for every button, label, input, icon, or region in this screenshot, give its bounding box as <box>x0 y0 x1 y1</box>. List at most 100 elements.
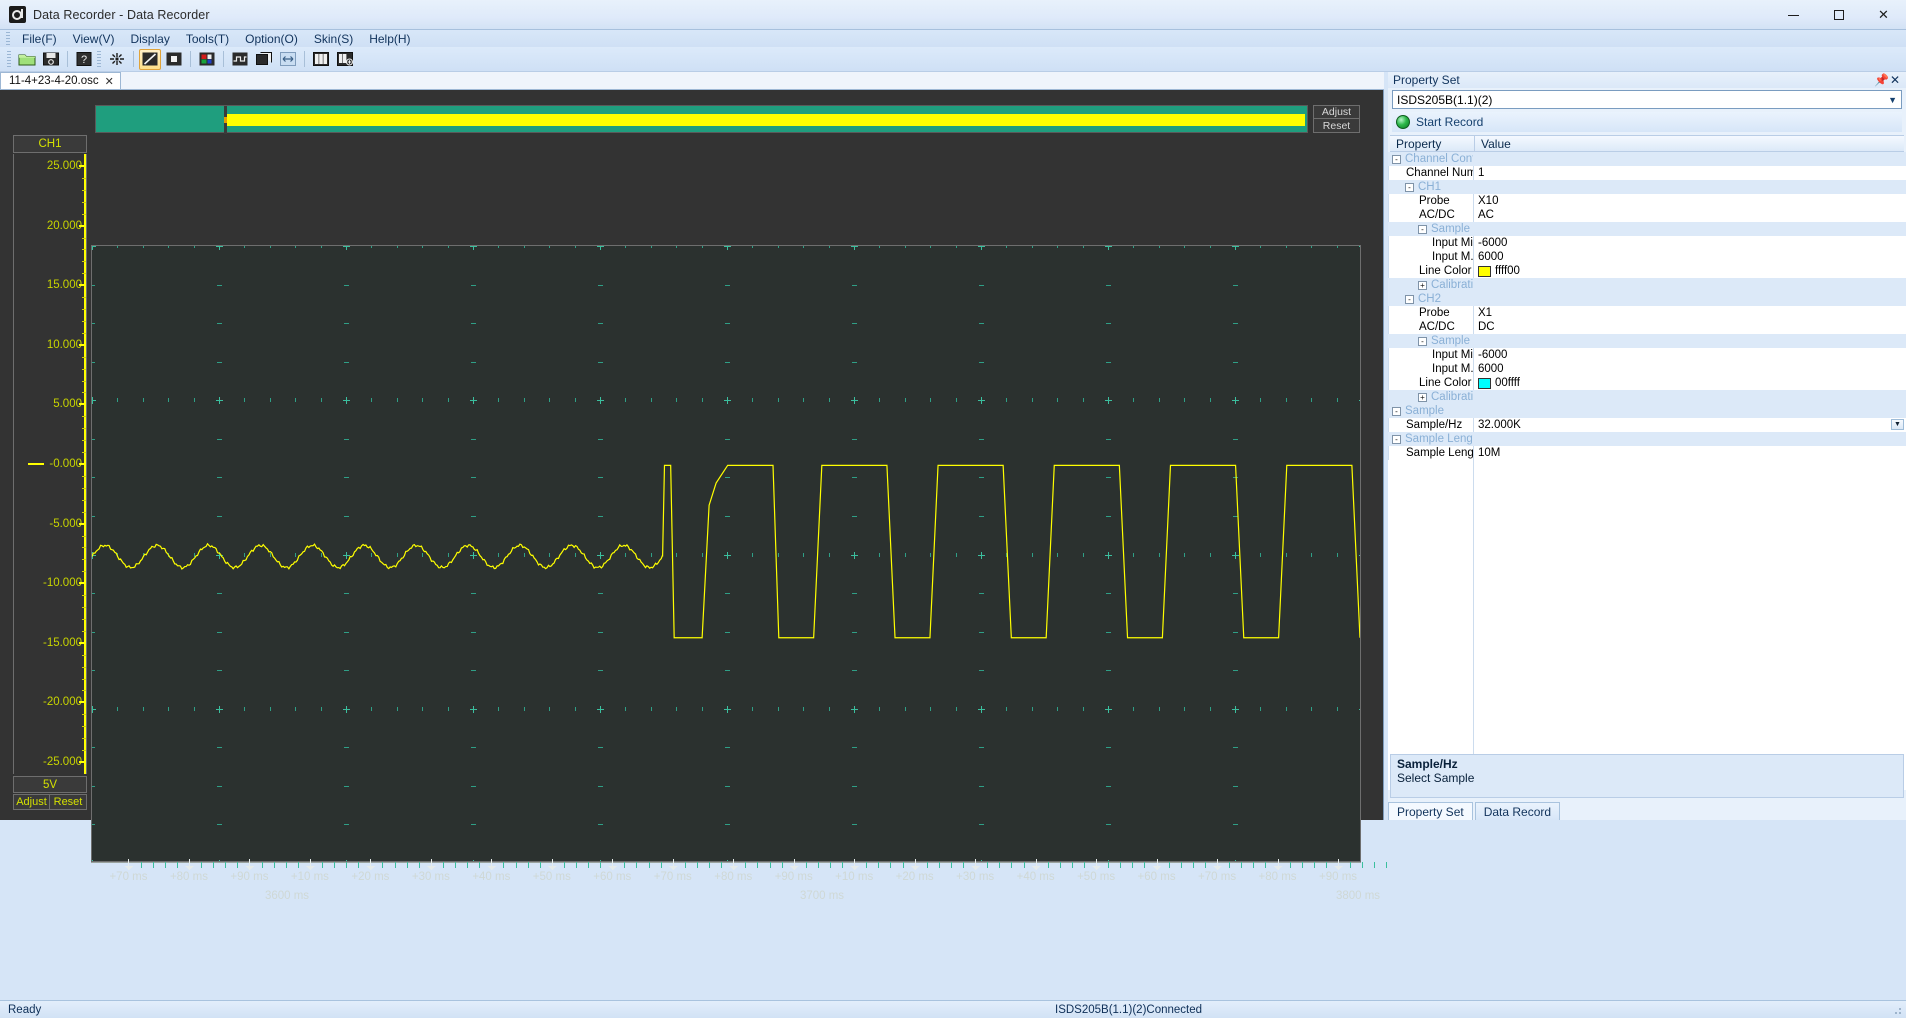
property-row[interactable]: Input M... 6000 <box>1388 362 1906 376</box>
x-axis-minor-tick <box>406 862 408 868</box>
collapse-icon[interactable]: - <box>1405 182 1414 192</box>
pin-icon[interactable]: 📌 <box>1874 73 1889 87</box>
menu-item-view[interactable]: View(V) <box>65 31 123 47</box>
property-row[interactable]: Input Mi... -6000 <box>1388 236 1906 250</box>
property-row[interactable]: Sample Length 10M <box>1388 446 1906 460</box>
color-swatch-icon[interactable] <box>1478 377 1491 389</box>
reset-button[interactable]: Reset <box>50 794 87 810</box>
y-axis-minor-tick <box>82 690 86 692</box>
save-file-icon[interactable] <box>40 49 62 70</box>
adjust-button[interactable]: Adjust <box>13 794 50 810</box>
expand-icon[interactable]: + <box>1418 280 1427 290</box>
x-axis-minor-tick <box>769 862 771 868</box>
property-value-cell[interactable]: -6000 <box>1473 348 1906 362</box>
maximize-button[interactable] <box>1816 0 1861 30</box>
property-value-cell[interactable]: ffff00 <box>1473 264 1906 278</box>
close-button[interactable]: ✕ <box>1861 0 1906 30</box>
y-axis-minor-tick <box>82 487 86 489</box>
y-axis-minor-tick <box>82 595 86 597</box>
ruler-loaded-segment <box>96 107 223 131</box>
tab-data-record[interactable]: Data Record <box>1474 802 1561 820</box>
property-row[interactable]: Probe X10 <box>1388 194 1906 208</box>
property-row[interactable]: Input M... 6000 <box>1388 250 1906 264</box>
property-value-cell[interactable]: X1 <box>1473 306 1906 320</box>
start-record-button[interactable]: Start Record <box>1392 112 1902 132</box>
x-axis-minor-tick <box>1313 862 1315 868</box>
help-icon[interactable]: ? <box>73 49 95 70</box>
menu-item-file[interactable]: File(F) <box>14 31 65 47</box>
property-row[interactable]: AC/DC AC <box>1388 208 1906 222</box>
tab-property-set[interactable]: Property Set <box>1388 802 1473 820</box>
collapse-icon[interactable]: - <box>1392 406 1401 416</box>
property-group-row[interactable]: - CH1 <box>1388 180 1906 194</box>
menu-item-help[interactable]: Help(H) <box>361 31 418 47</box>
document-tab[interactable]: 11-4+23-4-20.osc ✕ <box>0 72 121 89</box>
menu-item-tools[interactable]: Tools(T) <box>178 31 237 47</box>
property-name-label: Sample Length <box>1406 447 1484 459</box>
property-row[interactable]: Channel Num 1 <box>1388 166 1906 180</box>
property-value-cell[interactable]: DC <box>1473 320 1906 334</box>
property-row[interactable]: Probe X1 <box>1388 306 1906 320</box>
collapse-icon[interactable]: - <box>1405 294 1414 304</box>
property-name-cell: -Sample Range(mV) <box>1388 222 1532 236</box>
property-group-row[interactable]: + Calibration <box>1388 278 1906 292</box>
grid-add-icon[interactable] <box>334 49 356 70</box>
x-axis-minor-tick <box>890 862 892 868</box>
document-tab-label: 11-4+23-4-20.osc <box>9 75 99 87</box>
property-value-cell[interactable]: 1 <box>1473 166 1906 180</box>
property-row[interactable]: Line Color 00ffff <box>1388 376 1906 390</box>
open-file-icon[interactable] <box>16 49 38 70</box>
waveform-icon[interactable] <box>229 49 251 70</box>
ruler-adjust-button[interactable]: Adjust <box>1313 105 1360 119</box>
property-value-cell[interactable]: X10 <box>1473 194 1906 208</box>
menu-item-option[interactable]: Option(O) <box>237 31 306 47</box>
property-group-row[interactable]: - Sample Length <box>1388 432 1906 446</box>
collapse-icon[interactable]: - <box>1418 336 1427 346</box>
collapse-icon[interactable]: - <box>1392 154 1401 164</box>
resize-grip-icon[interactable] <box>1891 1004 1903 1016</box>
stop-icon[interactable] <box>163 49 185 70</box>
menu-item-skin[interactable]: Skin(S) <box>306 31 361 47</box>
device-select[interactable]: ISDS205B(1.1)(2) ▼ <box>1392 90 1902 109</box>
expand-icon[interactable]: + <box>1418 392 1427 402</box>
ruler-reset-button[interactable]: Reset <box>1313 119 1360 133</box>
menu-item-display[interactable]: Display <box>122 31 177 47</box>
property-value-cell[interactable]: -6000 <box>1473 236 1906 250</box>
property-row[interactable]: AC/DC DC <box>1388 320 1906 334</box>
property-value-cell[interactable]: 10M <box>1473 446 1906 460</box>
close-icon[interactable]: ✕ <box>1888 73 1902 87</box>
layers-icon[interactable] <box>253 49 275 70</box>
chevron-down-icon[interactable]: ▼ <box>1891 419 1904 430</box>
property-row[interactable]: Line Color ffff00 <box>1388 264 1906 278</box>
property-group-row[interactable]: - CH2 <box>1388 292 1906 306</box>
color-palette-icon[interactable] <box>196 49 218 70</box>
collapse-icon[interactable]: - <box>1392 434 1401 444</box>
x-axis-minor-tick <box>926 862 928 868</box>
property-group-row[interactable]: - Sample <box>1388 404 1906 418</box>
navigation-ruler[interactable] <box>95 105 1308 134</box>
property-value-cell[interactable]: 00ffff <box>1473 376 1906 390</box>
property-group-row[interactable]: + Calibration <box>1388 390 1906 404</box>
property-value-cell[interactable]: 6000 <box>1473 362 1906 376</box>
horizontal-resize-icon[interactable] <box>277 49 299 70</box>
fit-icon[interactable] <box>106 49 128 70</box>
waveform-plot[interactable] <box>91 245 1361 862</box>
property-group-row[interactable]: - Channel Control <box>1388 152 1906 166</box>
close-icon[interactable]: ✕ <box>105 75 114 88</box>
color-swatch-icon[interactable] <box>1478 265 1491 277</box>
x-axis-tick-label: +30 ms <box>411 871 450 883</box>
property-row[interactable]: Sample/Hz 32.000K ▼ <box>1388 418 1906 432</box>
property-value-cell[interactable]: AC <box>1473 208 1906 222</box>
property-row[interactable]: Input Mi... -6000 <box>1388 348 1906 362</box>
property-value-cell[interactable]: 6000 <box>1473 250 1906 264</box>
x-axis-minor-tick <box>1289 862 1291 868</box>
x-axis-minor-tick <box>297 862 299 868</box>
minimize-button[interactable] <box>1771 0 1816 30</box>
line-draw-icon[interactable] <box>139 48 161 70</box>
columns-icon[interactable] <box>310 49 332 70</box>
collapse-icon[interactable]: - <box>1418 224 1427 234</box>
property-value-cell[interactable]: 32.000K ▼ <box>1473 418 1906 432</box>
grid-dot <box>1360 362 1361 363</box>
property-group-row[interactable]: -Sample Range(mV) <box>1388 222 1906 236</box>
property-group-row[interactable]: -Sample Range(mV) <box>1388 334 1906 348</box>
